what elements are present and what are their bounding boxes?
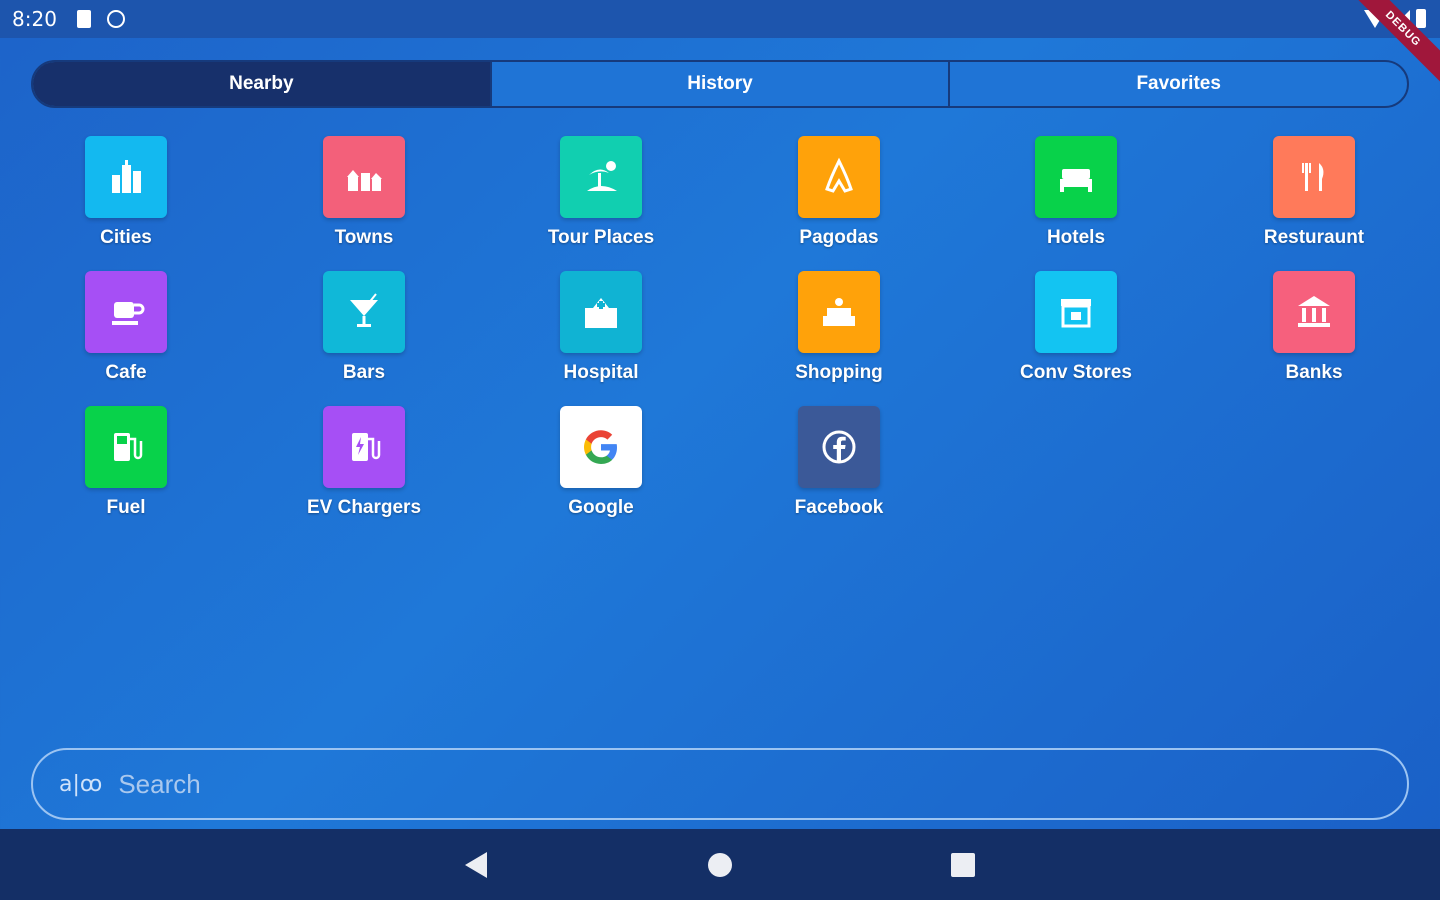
fork-knife-icon (1302, 163, 1324, 191)
ev-charger-icon (352, 433, 381, 461)
category-label: Google (568, 497, 634, 518)
category-pagodas[interactable]: Pagodas (739, 136, 939, 249)
category-resturaunt[interactable]: Resturaunt (1214, 136, 1414, 249)
category-label: Cafe (105, 362, 147, 383)
category-tile[interactable] (85, 271, 167, 353)
search-bar[interactable]: a|ꝏ (31, 748, 1409, 820)
category-conv-stores[interactable]: Conv Stores (976, 271, 1176, 384)
google-icon (584, 430, 617, 464)
category-label: Shopping (795, 362, 883, 383)
bed-icon (1060, 169, 1092, 192)
category-tile[interactable] (560, 406, 642, 488)
category-label: Resturaunt (1263, 227, 1365, 248)
category-tile[interactable] (560, 271, 642, 353)
category-tile[interactable] (560, 136, 642, 218)
facebook-icon (822, 430, 856, 464)
category-tile[interactable] (323, 271, 405, 353)
category-label: Conv Stores (1020, 362, 1132, 383)
category-tile[interactable] (323, 136, 405, 218)
city-icon (112, 160, 141, 193)
category-hotels[interactable]: Hotels (976, 136, 1176, 249)
status-time: 8:20 (12, 7, 57, 31)
category-tile[interactable] (798, 136, 880, 218)
coffee-icon (112, 302, 145, 325)
category-label: Banks (1285, 362, 1343, 383)
category-ev-chargers[interactable]: EV Chargers (264, 406, 464, 519)
category-hospital[interactable]: Hospital (501, 271, 701, 384)
tab-history[interactable]: History (489, 62, 949, 106)
search-input[interactable] (116, 767, 1321, 801)
category-label: Pagodas (799, 227, 879, 248)
sd-card-icon (76, 10, 91, 28)
category-tile[interactable] (1273, 271, 1355, 353)
tab-nearby[interactable]: Nearby (33, 62, 490, 106)
category-label: EV Chargers (306, 497, 422, 518)
fuel-pump-icon (114, 433, 143, 461)
category-tile[interactable] (798, 271, 880, 353)
cocktail-icon (350, 293, 378, 327)
category-label: Fuel (106, 497, 146, 518)
back-icon[interactable] (465, 852, 487, 878)
category-label: Hospital (563, 362, 639, 383)
category-label: Tour Places (547, 227, 655, 248)
keyboard-language-icon[interactable]: a|ꝏ (59, 772, 102, 797)
category-label: Cities (100, 227, 152, 248)
tab-favorites[interactable]: Favorites (948, 62, 1407, 106)
category-tile[interactable] (1273, 136, 1355, 218)
category-tile[interactable] (1035, 136, 1117, 218)
town-icon (347, 170, 382, 191)
category-tile[interactable] (85, 406, 167, 488)
category-fuel[interactable]: Fuel (26, 406, 226, 519)
category-tile[interactable] (798, 406, 880, 488)
no-sim-icon (106, 10, 125, 28)
category-tile[interactable] (85, 136, 167, 218)
category-label: Facebook (794, 497, 884, 518)
category-cities[interactable]: Cities (26, 136, 226, 249)
mall-icon (823, 298, 855, 326)
home-icon[interactable] (708, 853, 732, 877)
hospital-icon (585, 298, 617, 328)
status-bar: 8:20 (0, 0, 1440, 38)
category-shopping[interactable]: Shopping (739, 271, 939, 384)
category-label: Towns (334, 227, 394, 248)
beach-icon (587, 161, 617, 191)
category-google[interactable]: Google (501, 406, 701, 519)
category-label: Bars (342, 362, 386, 383)
category-label: Hotels (1046, 227, 1106, 248)
pagoda-icon (825, 157, 853, 193)
category-bars[interactable]: Bars (264, 271, 464, 384)
category-banks[interactable]: Banks (1214, 271, 1414, 384)
category-tile[interactable] (1035, 271, 1117, 353)
category-cafe[interactable]: Cafe (26, 271, 226, 384)
battery-icon (1416, 9, 1426, 28)
category-facebook[interactable]: Facebook (739, 406, 939, 519)
category-tour-places[interactable]: Tour Places (501, 136, 701, 249)
store-icon (1061, 299, 1091, 328)
category-towns[interactable]: Towns (264, 136, 464, 249)
category-tile[interactable] (323, 406, 405, 488)
bank-icon (1298, 296, 1330, 327)
navigation-bar (0, 829, 1440, 900)
recents-icon[interactable] (951, 853, 975, 877)
tab-bar: Nearby History Favorites (31, 60, 1409, 108)
